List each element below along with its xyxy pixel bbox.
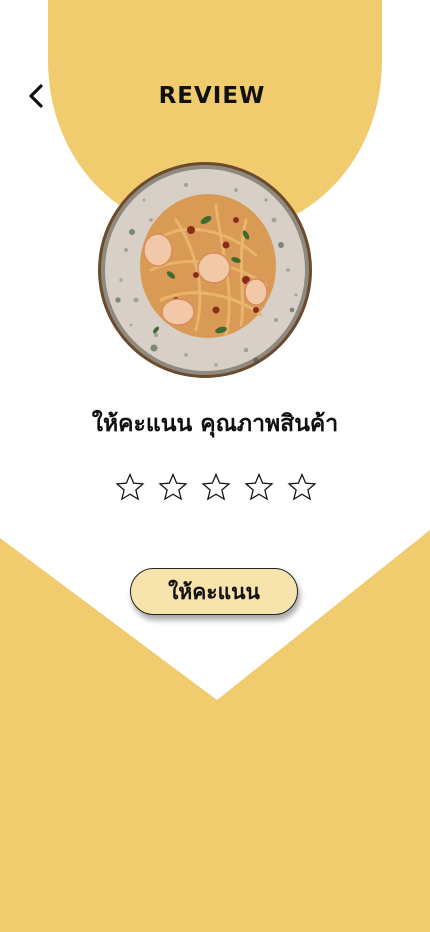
star-rating — [113, 468, 319, 508]
star-1[interactable] — [113, 468, 147, 506]
submit-rating-button[interactable]: ให้คะแนน — [130, 568, 298, 615]
star-5[interactable] — [285, 468, 319, 506]
star-outline-icon — [287, 472, 317, 501]
page-title: REVIEW — [158, 83, 266, 109]
star-outline-icon — [201, 472, 231, 501]
star-outline-icon — [244, 472, 274, 501]
star-4[interactable] — [242, 468, 276, 506]
star-outline-icon — [158, 472, 188, 501]
star-3[interactable] — [199, 468, 233, 506]
header: REVIEW — [0, 0, 430, 140]
star-2[interactable] — [156, 468, 190, 506]
dish-image — [96, 160, 314, 380]
star-outline-icon — [115, 472, 145, 501]
rating-heading: ให้คะแนน คุณภาพสินค้า — [91, 411, 339, 437]
